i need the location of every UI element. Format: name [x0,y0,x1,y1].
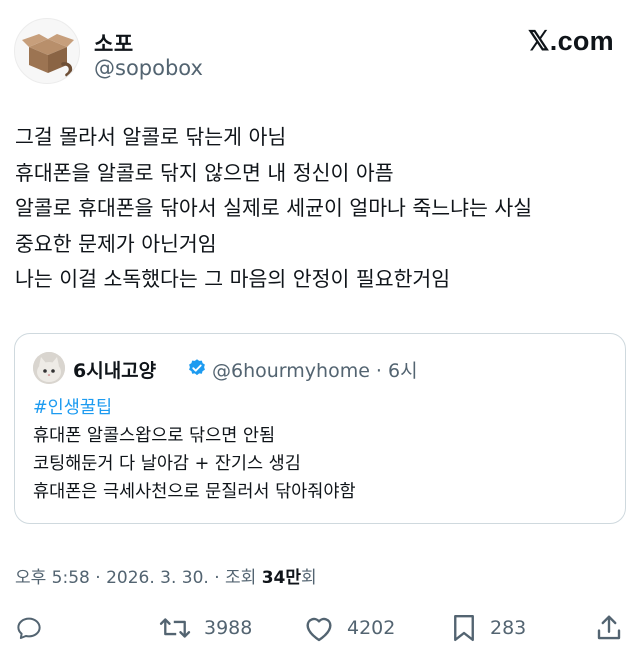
reply-button[interactable] [14,606,56,650]
view-count: 34만 [261,568,302,588]
retweet-count: 3988 [204,617,253,639]
tweet-line: 알콜로 휴대폰을 닦아서 실제로 세균이 얼마나 죽느냐는 사실 [15,196,533,220]
quoted-author-avatar[interactable] [33,352,65,384]
share-icon [597,615,621,640]
quoted-tweet-text: #인생꿀팁 휴대폰 알콜스왑으로 닦으면 안됨 코팅해둔거 다 날아감 + 잔기… [33,394,613,506]
quoted-tweet-line: 휴대폰 알콜스왑으로 닦으면 안됨 [33,426,276,446]
cat-face-icon [33,352,65,384]
tweet-meta: 오후 5:58 · 2026. 3. 30. · 조회 34만회 [15,563,317,588]
tweet-text: 그걸 몰라서 알콜로 닦는게 아님 휴대폰을 알콜로 닦지 않으면 내 정신이 … [15,120,627,298]
author-handle[interactable]: @sopobox [94,56,203,80]
tweet-header: 소포 @sopobox 𝕏.com [14,18,626,88]
action-bar: 3988 4202 283 [0,606,640,650]
tweet-line: 중요한 문제가 아닌거임 [15,231,217,256]
hashtag-link[interactable]: #인생꿀팁 [33,394,613,422]
author-display-name[interactable]: 소포 [94,28,134,58]
bookmark-button[interactable]: 283 [450,606,526,650]
quoted-author-handle-time[interactable]: @6hourmyhome · 6시 [212,356,418,383]
view-count-suffix: 회 [301,568,317,588]
like-count: 4202 [347,617,396,639]
reply-icon [17,617,41,639]
retweet-icon [159,618,191,638]
x-logo: 𝕏.com [527,26,614,56]
tweet-line: 그걸 몰라서 알콜로 닦는게 아님 [15,125,287,149]
tweet-timestamp[interactable]: 오후 5:58 · 2026. 3. 30. · 조회 [15,568,262,588]
retweet-button[interactable]: 3988 [158,606,252,650]
quoted-author-name[interactable]: 6시내고양 [73,356,156,383]
quoted-tweet-line: 휴대폰은 극세사천으로 문질러서 닦아줘야함 [33,482,356,502]
bookmark-icon [454,614,474,642]
bookmark-count: 283 [490,617,527,639]
quoted-tweet-line: 코팅해둔거 다 날아감 + 잔기스 생김 [33,454,301,474]
author-avatar[interactable] [14,18,80,84]
verified-badge-icon [189,359,205,376]
heart-icon [306,617,332,642]
quoted-tweet-card[interactable]: 6시내고양 @6hourmyhome · 6시 #인생꿀팁 휴대폰 알콜스왑으로… [14,333,626,524]
tweet-line: 휴대폰을 알콜로 닦지 않으면 내 정신이 아픔 [15,160,394,185]
cardboard-box-cat-icon [22,34,74,77]
share-button[interactable] [594,606,624,650]
like-button[interactable]: 4202 [303,606,395,650]
tweet-line: 나는 이걸 소독했다는 그 마음의 안정이 필요한거임 [15,267,451,291]
